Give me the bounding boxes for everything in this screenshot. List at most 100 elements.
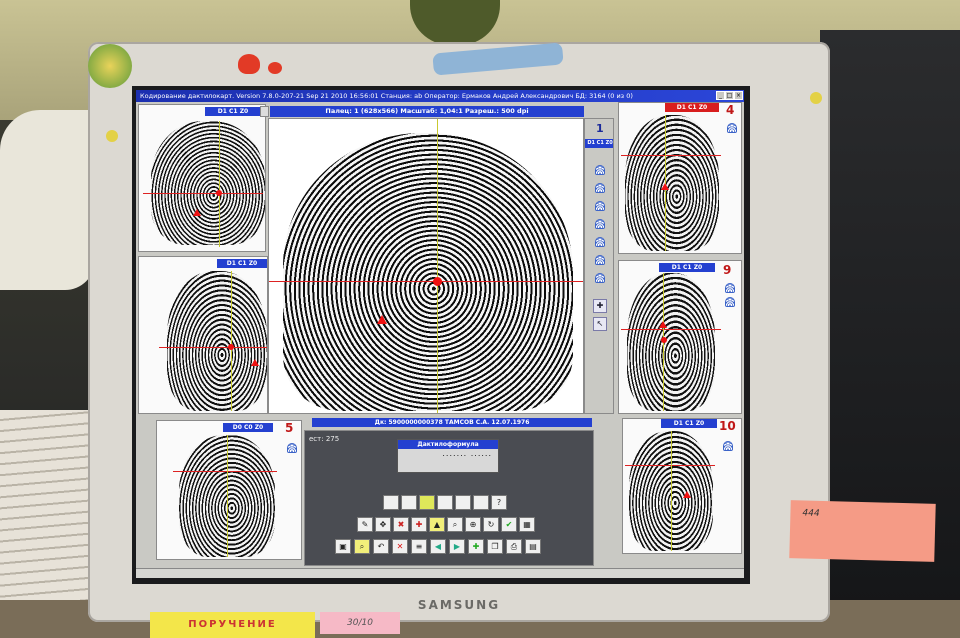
unknown-icon[interactable]: ? [491, 495, 507, 510]
core-marker [661, 337, 667, 343]
add-point-icon[interactable]: ✚ [411, 517, 427, 532]
prev-icon[interactable]: ◀ [430, 539, 446, 554]
print-icon[interactable]: ⎙ [506, 539, 522, 554]
finger-panel-mid-left[interactable]: D1 C1 Z0 [138, 256, 268, 414]
grid-icon[interactable]: ▦ [519, 517, 535, 532]
delta-marker [659, 321, 667, 328]
delete-point-icon[interactable]: ✖ [393, 517, 409, 532]
search-icon[interactable]: ⌕ [354, 539, 370, 554]
main-finger-number: 1 [596, 122, 604, 135]
next-icon[interactable]: ▶ [449, 539, 465, 554]
yellow-dot-left [106, 130, 118, 142]
main-delta-marker [377, 315, 387, 324]
delta-marker [251, 359, 259, 366]
core-marker [228, 344, 234, 350]
toolbar-row-2: ▣ ⌕ ↶ ✕ ≡ ◀ ▶ ✚ ❐ ⎙ ▤ [335, 539, 565, 557]
apply-icon[interactable]: ✚ [468, 539, 484, 554]
finger-panel-top-left[interactable]: D1 C1 Z0 [138, 104, 266, 252]
person-info-bar: Дк: 5900000000378 ТАМСОВ С.А. 12.07.1976 [312, 418, 592, 427]
main-crosshair-vertical [437, 119, 438, 413]
copy-icon[interactable]: ❐ [487, 539, 503, 554]
delta-icon[interactable]: ▲ [429, 517, 445, 532]
close-icon[interactable]: ✕ [392, 539, 408, 554]
formula-title: Дактилоформула [398, 440, 498, 449]
status-bar [136, 568, 744, 578]
finger-panel-10[interactable]: D1 C1 Z0 10 [622, 418, 742, 554]
fingerprint-app-window: Кодирование дактилокарт. Version 7.8.0-2… [136, 90, 744, 578]
monitor-brand-label: SAMSUNG [417, 598, 501, 612]
zoom-icon[interactable]: ⌕ [447, 517, 463, 532]
crosshair-horizontal [159, 347, 267, 348]
finger-code-header: D1 C1 Z0 [661, 419, 717, 428]
finger-panel-5[interactable]: D0 C0 Z0 5 [156, 420, 302, 560]
fingerprint-thumbnail [625, 115, 719, 251]
pointer-tool-icon[interactable]: ↖ [593, 317, 607, 331]
pattern-icon [727, 123, 737, 133]
list-icon[interactable]: ≡ [411, 539, 427, 554]
rotate-icon[interactable]: ↻ [483, 517, 499, 532]
move-icon[interactable]: ✥ [375, 517, 391, 532]
double-loop-icon[interactable] [473, 495, 489, 510]
pattern-toolbar: 1 D1 C1 Z0 ✚ ↖ [584, 118, 614, 414]
formula-box: Дактилоформула ....... ...... [397, 439, 499, 473]
core-marker [216, 190, 222, 196]
sticky-note-yellow: ПОРУЧЕНИЕ [150, 612, 315, 638]
scroll-up-button[interactable] [260, 106, 269, 117]
loop-left-icon[interactable] [595, 201, 605, 211]
yellow-dot-right [810, 92, 822, 104]
pattern-icon [287, 443, 297, 453]
count-label: ест: 275 [309, 435, 340, 443]
pattern-icon [723, 441, 733, 451]
edit-icon[interactable]: ✎ [357, 517, 373, 532]
loop-left-icon[interactable] [419, 495, 435, 510]
arch-icon[interactable] [595, 165, 605, 175]
tented-arch-icon[interactable] [401, 495, 417, 510]
main-fingerprint-view[interactable] [268, 118, 584, 414]
fingerprint-thumbnail [627, 273, 715, 411]
loop-right-icon[interactable] [595, 219, 605, 229]
formula-value: ....... ...... [442, 449, 492, 458]
finger-code-header: D1 C1 Z0 [217, 259, 267, 268]
finger-panel-4[interactable]: D1 C1 Z0 4 [618, 102, 742, 254]
center-icon[interactable]: ⊕ [465, 517, 481, 532]
finger-number: 9 [723, 263, 732, 277]
tented-arch-icon[interactable] [595, 183, 605, 193]
main-core-marker [433, 277, 442, 286]
sticky-note-pink: 444 [789, 500, 936, 562]
loop-right-icon[interactable] [437, 495, 453, 510]
fingerprint-thumbnail [167, 271, 267, 411]
finger-panel-9[interactable]: D1 C1 Z0 9 [618, 260, 742, 414]
finger-code-header: D1 C1 Z0 [665, 103, 719, 112]
crosshair-vertical [671, 431, 672, 551]
arch-icon[interactable] [383, 495, 399, 510]
pattern-type-row: ? [383, 495, 523, 513]
confirm-icon[interactable]: ✔ [501, 517, 517, 532]
finger-code-header: D0 C0 Z0 [223, 423, 273, 432]
main-finger-code: D1 C1 Z0 [585, 139, 613, 148]
unknown-icon[interactable] [595, 273, 605, 283]
minimize-button[interactable]: _ [716, 91, 725, 100]
heart-sticker-small [268, 62, 282, 74]
coding-panel: ест: 275 Дактилоформула ....... ...... ?… [304, 430, 594, 566]
finger-number: 5 [285, 421, 294, 435]
crosshair-horizontal [621, 155, 721, 156]
finger-code-header: D1 C1 Z0 [659, 263, 715, 272]
toolbar-row-1: ✎ ✥ ✖ ✚ ▲ ⌕ ⊕ ↻ ✔ ▦ [357, 517, 547, 535]
save-icon[interactable]: ▤ [525, 539, 541, 554]
whorl-icon[interactable] [595, 237, 605, 247]
crosshair-vertical [231, 271, 232, 411]
close-button[interactable]: × [734, 91, 743, 100]
pattern-icon-2 [725, 297, 735, 307]
double-loop-icon[interactable] [595, 255, 605, 265]
main-fingerprint-image [283, 133, 573, 411]
delta-marker [661, 183, 669, 190]
marker-tool-icon[interactable]: ✚ [593, 299, 607, 313]
whorl-icon[interactable] [455, 495, 471, 510]
select-icon[interactable]: ▣ [335, 539, 351, 554]
crosshair-horizontal [143, 193, 263, 194]
main-view-header: Палец: 1 (628х566) Масштаб: 1,04:1 Разре… [270, 106, 584, 117]
undo-icon[interactable]: ↶ [373, 539, 389, 554]
maximize-button[interactable]: □ [725, 91, 734, 100]
sticky-note-pink-small: 30/10 [320, 612, 400, 634]
heart-sticker [238, 54, 260, 74]
